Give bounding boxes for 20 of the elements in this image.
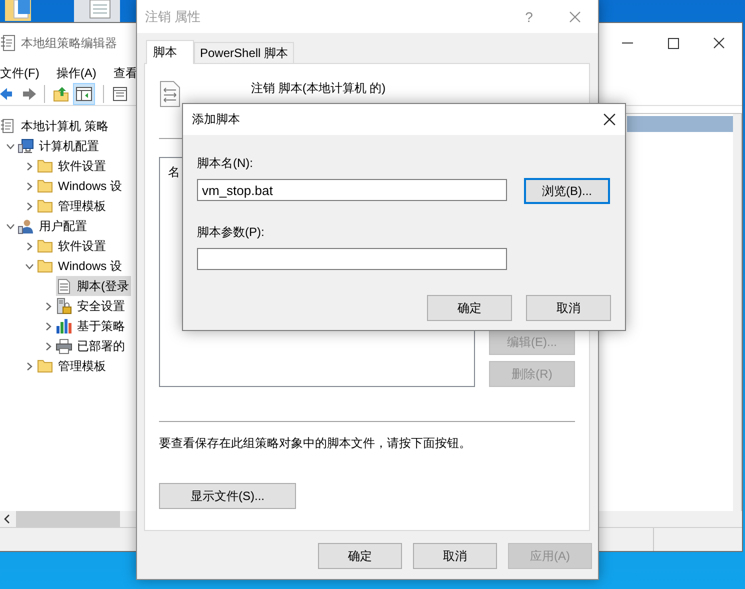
tree-item-label: 计算机配置 bbox=[39, 138, 99, 154]
window-title: 添加脚本 bbox=[192, 111, 240, 128]
tree-item-label: Windows 设 bbox=[58, 258, 122, 274]
tree-item-label: Windows 设 bbox=[58, 178, 122, 194]
tree-item-label: 基于策略 bbox=[77, 318, 125, 334]
tree-item-label: 已部署的 bbox=[77, 338, 125, 354]
tree-item-label: 安全设置 bbox=[77, 298, 125, 314]
tree-item-label: 脚本(登录 bbox=[77, 278, 129, 294]
tree-item-label: 软件设置 bbox=[58, 158, 106, 174]
tree-item-label: 软件设置 bbox=[58, 238, 106, 254]
tree-item-label: 管理模板 bbox=[58, 358, 106, 374]
window-title: 注销 属性 bbox=[145, 8, 201, 26]
heading: 注销 脚本(本地计算机 的) bbox=[251, 80, 386, 97]
hint-text: 要查看保存在此组策略对象中的脚本文件，请按下面按钮。 bbox=[159, 435, 472, 452]
tree-item-label: 用户配置 bbox=[39, 218, 87, 234]
tree-item-label: 本地计算机 策略 bbox=[21, 118, 108, 134]
field-label: 脚本名(N): bbox=[197, 155, 254, 170]
window-title: 本地组策略编辑器 bbox=[21, 34, 117, 52]
field-label: 脚本参数(P): bbox=[197, 224, 266, 239]
tree-item-label: 管理模板 bbox=[58, 198, 106, 214]
